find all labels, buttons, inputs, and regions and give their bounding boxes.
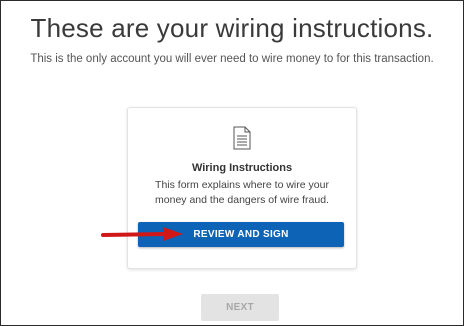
next-button[interactable]: NEXT <box>201 294 279 321</box>
wiring-instructions-panel: These are your wiring instructions. This… <box>0 0 464 326</box>
document-icon <box>233 126 251 150</box>
card-description: This form explains where to wire your mo… <box>155 179 329 206</box>
page-title: These are your wiring instructions. <box>30 13 434 43</box>
red-arrow-icon <box>101 227 183 241</box>
page-subtitle: This is the only account you will ever n… <box>30 53 434 65</box>
card-title: Wiring Instructions <box>191 162 293 174</box>
wiring-instructions-card: Wiring Instructions This form explains w… <box>127 107 357 269</box>
